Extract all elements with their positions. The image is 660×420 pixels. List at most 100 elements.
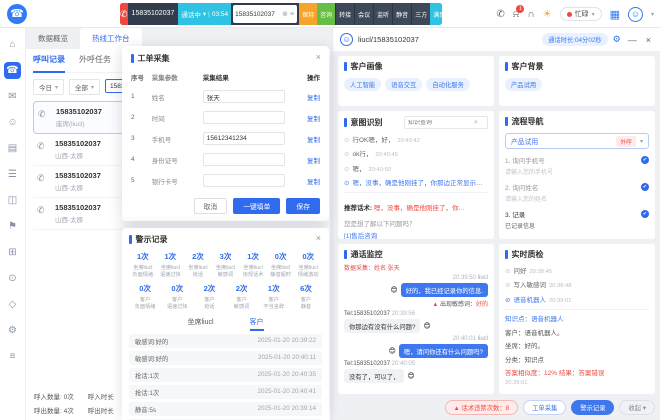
date-filter-select[interactable]: 今日 — [33, 79, 64, 95]
panel-title: 警示记录 — [136, 234, 168, 245]
copy-action-link[interactable]: 复制 — [292, 155, 320, 165]
close-icon[interactable] — [316, 233, 321, 243]
call-state-selector[interactable]: 通话中 | 03:54 — [178, 3, 231, 25]
qc-check-item[interactable]: 问好 20:38:45 — [505, 265, 649, 275]
violation-count-button[interactable]: 话术违禁次数：8 — [445, 400, 519, 415]
flow-step[interactable]: 3. 记录 已记录信息 — [505, 209, 649, 230]
title-bar — [131, 54, 134, 63]
message-sender: Tel:15835102037 — [344, 361, 390, 367]
intent-item-active[interactable]: 嗯，没事，确是他刚挂了，你那边正常显示吧，它… — [344, 177, 488, 187]
one-click-fill-button[interactable]: 一键填单 — [233, 198, 280, 214]
message-time: 20:40:01 — [453, 336, 476, 342]
flow-select[interactable]: 产品试用 外呼 — [505, 133, 649, 149]
profile-tag[interactable]: 自动化服务 — [426, 78, 469, 91]
flow-step[interactable]: 2. 询问姓名 请输入您的姓名 — [505, 182, 649, 203]
tab-customer[interactable]: 客户 — [250, 317, 264, 331]
sidebar-item-list-icon[interactable]: ☰ — [4, 166, 21, 183]
sidebar-item-report-icon[interactable]: ⊞ — [4, 244, 21, 261]
chat-bubble[interactable]: 没有了，可以了， — [344, 369, 404, 383]
sidebar-item-customer-icon[interactable]: ☺ — [4, 114, 21, 131]
open-collect-modal-button[interactable]: 工单采集 — [523, 400, 566, 415]
background-tag[interactable]: 产品试用 — [505, 78, 542, 91]
warning-record-row[interactable]: 敏感词:好的2025-01-20 20:39:22 — [129, 334, 322, 348]
app-logo[interactable] — [7, 4, 27, 24]
collect-result-input[interactable] — [203, 132, 285, 145]
sidebar-item-settings-icon[interactable]: ⚙ — [4, 322, 21, 339]
collect-result-input[interactable] — [203, 90, 285, 103]
hold-button[interactable]: 保持 — [299, 3, 317, 25]
flow-step[interactable]: 1. 询问手机号 请输入您的手机号 — [505, 155, 649, 176]
dial-menu-icon[interactable] — [289, 11, 295, 18]
sidebar-item-flag-icon[interactable]: ⚑ — [4, 218, 21, 235]
satisfaction-button[interactable]: 满意度 — [430, 3, 442, 25]
tab-call-records[interactable]: 呼叫记录 — [33, 54, 65, 73]
close-icon[interactable] — [316, 52, 321, 62]
chat-bubble[interactable]: 你那边有没有什么问题? — [344, 319, 420, 333]
consult-button[interactable]: 咨询 — [317, 3, 335, 25]
save-button[interactable]: 保存 — [286, 198, 320, 214]
sidebar-item-message-icon[interactable]: ✉ — [4, 88, 21, 105]
copy-action-link[interactable]: 复制 — [292, 113, 320, 123]
clear-input-icon[interactable] — [281, 10, 289, 18]
close-icon[interactable] — [644, 35, 653, 45]
knowledge-search-input[interactable] — [408, 120, 474, 126]
intent-item[interactable]: ok行， 20:40:45 — [344, 148, 488, 158]
profile-tag[interactable]: 语音交互 — [385, 78, 422, 91]
warning-record-row[interactable]: 抢话:1次2025-01-20 20:40:35 — [129, 368, 322, 382]
sidebar-item-quality-icon[interactable]: ◇ — [4, 296, 21, 313]
chevron-down-icon[interactable] — [651, 11, 654, 18]
sidebar-item-more-icon[interactable]: ≡ — [4, 348, 21, 365]
listen-button[interactable]: 监听 — [373, 3, 392, 25]
collapse-button[interactable]: 收起 — [619, 400, 655, 415]
warning-record-row[interactable]: 敏感词:好的2025-01-20 20:40:11 — [129, 351, 322, 365]
sidebar-item-home-icon[interactable]: ⌂ — [4, 36, 21, 53]
conference-button[interactable]: 会议 — [354, 3, 373, 25]
threeway-button[interactable]: 三方 — [411, 3, 430, 25]
dial-input[interactable] — [235, 11, 281, 18]
avatar[interactable] — [628, 7, 643, 22]
intent-item[interactable]: 嗯， 20:40:50 — [344, 163, 488, 173]
tab-data-overview[interactable]: 数据概览 — [26, 28, 80, 49]
lightbulb-icon[interactable] — [543, 9, 552, 20]
bell-icon[interactable]: 1 — [513, 9, 520, 20]
mute-button[interactable]: 静音 — [392, 3, 411, 25]
intent-item[interactable]: 行OK嗯，好， 20:40:42 — [344, 134, 488, 144]
headset-icon[interactable] — [527, 9, 534, 20]
collect-result-input[interactable] — [203, 174, 285, 187]
copy-action-link[interactable]: 复制 — [292, 176, 320, 186]
sidebar-item-hotline-icon[interactable]: ☎ — [4, 62, 21, 79]
copy-action-link[interactable]: 复制 — [292, 92, 320, 102]
chat-bubble[interactable]: 嗯，请问你还有什么问题吗? — [399, 344, 488, 358]
sidebar-item-orders-icon[interactable]: ▤ — [4, 140, 21, 157]
transfer-button[interactable]: 转接 — [335, 3, 354, 25]
warning-record-row[interactable]: 抢话:1次2025-01-20 20:40:41 — [129, 385, 322, 399]
sidebar-item-monitor-icon[interactable]: ⊙ — [4, 270, 21, 287]
chevron-down-icon — [592, 11, 595, 18]
search-icon[interactable] — [474, 119, 478, 127]
tab-outbound-tasks[interactable]: 外呼任务 — [79, 54, 111, 68]
copy-action-link[interactable]: 复制 — [292, 134, 320, 144]
type-filter-select[interactable]: 全部 — [69, 79, 100, 95]
knowledge-link[interactable]: [1]售后咨询 — [344, 230, 488, 239]
minimize-icon[interactable] — [626, 35, 639, 45]
collect-result-input[interactable] — [203, 111, 285, 124]
profile-tag[interactable]: 人工智能 — [344, 78, 381, 91]
tab-agent[interactable]: 坐席liucl — [187, 317, 213, 331]
cancel-button[interactable]: 取消 — [194, 198, 228, 214]
qc-check-item[interactable]: 写入敏感词 20:38:48 — [505, 279, 649, 289]
open-warning-panel-button[interactable]: 警示记录 — [571, 400, 614, 415]
message-sender: liucl — [478, 336, 488, 342]
hangup-button[interactable] — [120, 3, 128, 25]
collect-result-input[interactable] — [203, 153, 285, 166]
qc-check-item-active[interactable]: 语音机器人 20:39:01 — [505, 294, 649, 304]
intent-text: ok行， — [352, 148, 372, 158]
agent-status-selector[interactable]: 忙碌 — [560, 7, 602, 21]
gear-icon[interactable] — [613, 34, 621, 45]
row-no: 4 — [131, 156, 152, 163]
warning-record-row[interactable]: 静音:5s2025-01-20 20:39:14 — [129, 402, 322, 416]
sidebar-item-knowledge-icon[interactable]: ◫ — [4, 192, 21, 209]
phone-icon[interactable] — [496, 9, 504, 20]
step-desc: 已记录信息 — [505, 221, 637, 230]
chat-bubble[interactable]: 好的，我已经记录你的信息. — [401, 283, 488, 297]
apps-grid-icon[interactable] — [610, 8, 620, 21]
